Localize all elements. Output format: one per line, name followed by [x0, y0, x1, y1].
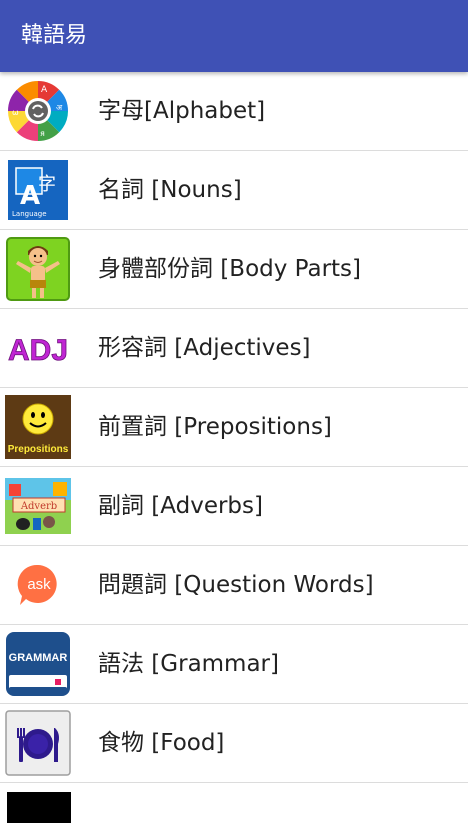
- category-list: A अ я ω 字母[Alphabet] A 字 Language 名詞 [No…: [0, 72, 468, 823]
- list-item-label: 前置詞 [Prepositions]: [98, 414, 332, 440]
- ask-bubble-icon: ask: [5, 553, 71, 617]
- list-item-nouns[interactable]: A 字 Language 名詞 [Nouns]: [0, 151, 468, 230]
- adverb-icon-text: Adverb: [20, 501, 57, 512]
- list-item-prepositions[interactable]: Prepositions 前置詞 [Prepositions]: [0, 388, 468, 467]
- smiley-prepositions-icon: Prepositions: [5, 395, 71, 459]
- grammar-icon-text: GRAMMAR: [9, 652, 68, 664]
- ask-icon-text: ask: [27, 576, 51, 593]
- svg-text:я: я: [40, 129, 45, 138]
- list-item-alphabet[interactable]: A अ я ω 字母[Alphabet]: [0, 72, 468, 151]
- svg-text:字: 字: [38, 174, 56, 195]
- list-item-body-parts[interactable]: 身體部份詞 [Body Parts]: [0, 230, 468, 309]
- list-item-label: 形容詞 [Adjectives]: [98, 335, 311, 361]
- adj-icon-text: ADJ: [8, 334, 68, 367]
- grammar-book-icon: GRAMMAR: [5, 632, 71, 696]
- prepositions-icon-text: Prepositions: [8, 444, 69, 455]
- app-bar: 韓語易: [0, 0, 468, 72]
- list-item-label: 名詞 [Nouns]: [98, 177, 242, 203]
- list-item-food[interactable]: 食物 [Food]: [0, 704, 468, 783]
- list-item-partial[interactable]: [0, 783, 468, 823]
- list-item-label: 字母[Alphabet]: [98, 98, 266, 124]
- svg-text:ω: ω: [12, 108, 19, 117]
- svg-text:Language: Language: [12, 210, 47, 218]
- list-item-question-words[interactable]: ask 問題詞 [Question Words]: [0, 546, 468, 625]
- svg-text:अ: अ: [56, 103, 63, 112]
- list-item-label: 食物 [Food]: [98, 730, 225, 756]
- plate-cutlery-icon: [5, 710, 71, 776]
- list-item-adjectives[interactable]: ADJ 形容詞 [Adjectives]: [0, 309, 468, 388]
- list-item-label: 副詞 [Adverbs]: [98, 493, 263, 519]
- alphabet-wheel-icon: A अ я ω: [5, 79, 71, 143]
- list-item-label: 語法 [Grammar]: [98, 651, 279, 677]
- adj-text-icon: ADJ: [5, 316, 71, 380]
- list-item-grammar[interactable]: GRAMMAR 語法 [Grammar]: [0, 625, 468, 704]
- partial-item-icon: [7, 792, 71, 823]
- list-item-label: 身體部份詞 [Body Parts]: [98, 256, 362, 282]
- svg-text:A: A: [41, 85, 48, 95]
- body-boy-icon: [5, 237, 71, 301]
- language-translate-icon: A 字 Language: [5, 158, 71, 222]
- app-title: 韓語易: [21, 23, 88, 48]
- list-item-adverbs[interactable]: Adverb 副詞 [Adverbs]: [0, 467, 468, 546]
- adverb-picture-icon: Adverb: [5, 474, 71, 538]
- list-item-label: 問題詞 [Question Words]: [98, 572, 374, 598]
